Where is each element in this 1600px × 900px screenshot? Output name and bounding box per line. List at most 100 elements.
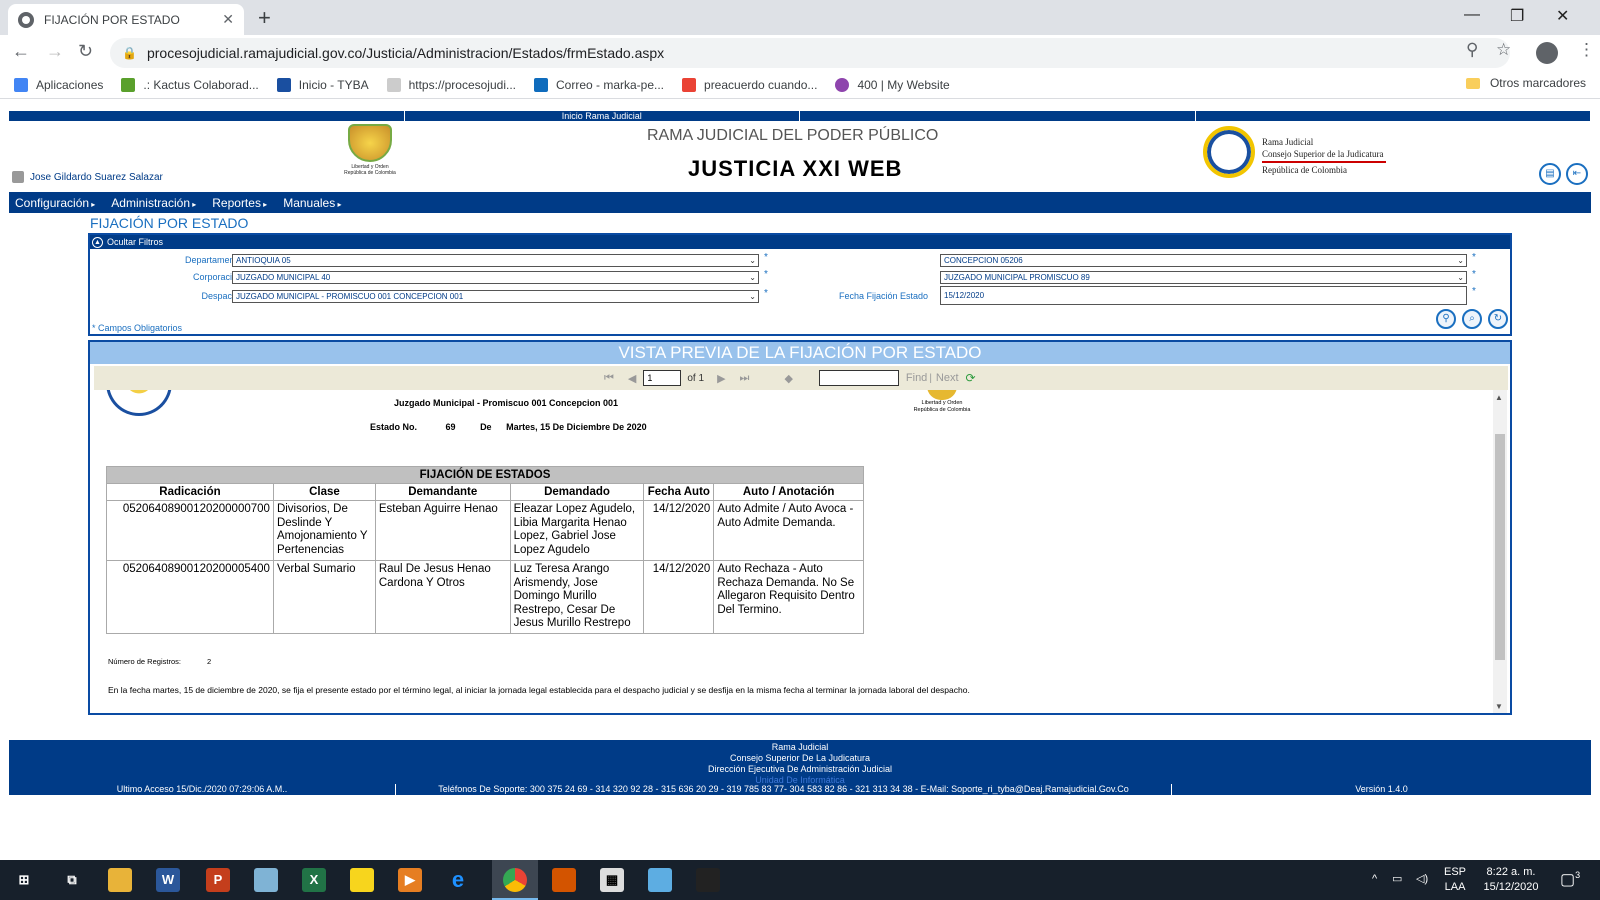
table-title: FIJACIÓN DE ESTADOS bbox=[106, 466, 864, 484]
bookmark-mywebsite[interactable]: 400 | My Website bbox=[835, 77, 950, 92]
clock[interactable]: 8:22 a. m. 15/12/2020 bbox=[1476, 865, 1546, 895]
notification-center-icon[interactable]: ▢3 bbox=[1560, 868, 1580, 888]
word-icon[interactable]: W bbox=[156, 868, 180, 892]
lock-icon: 🔒 bbox=[122, 46, 137, 60]
menu-administracion[interactable]: Administración bbox=[111, 196, 196, 210]
inicio-rama-judicial-link[interactable]: Inicio Rama Judicial bbox=[405, 111, 800, 121]
bookmark-outlook[interactable]: Correo - marka-pe... bbox=[533, 77, 664, 92]
app-icon[interactable] bbox=[648, 868, 672, 892]
volume-icon[interactable]: ◁) bbox=[1416, 872, 1428, 887]
required-mark: * bbox=[764, 252, 768, 263]
especialidad-select[interactable]: JUZGADO MUNICIPAL PROMISCUO 89 ⌄ bbox=[940, 271, 1467, 284]
chrome-icon[interactable] bbox=[503, 868, 527, 892]
menu-configuracion[interactable]: Configuración bbox=[15, 196, 95, 210]
excel-icon[interactable]: X bbox=[302, 868, 326, 892]
find-link[interactable]: Find bbox=[906, 372, 927, 384]
find-input[interactable] bbox=[818, 370, 899, 386]
window-close-icon[interactable]: ✕ bbox=[1556, 6, 1569, 26]
new-tab-icon[interactable]: + bbox=[258, 5, 271, 31]
maximize-icon[interactable]: ❐ bbox=[1510, 6, 1524, 26]
page-title: FIJACIÓN POR ESTADO bbox=[90, 215, 249, 231]
other-bookmarks[interactable]: Otros marcadores bbox=[1465, 76, 1586, 90]
last-page-icon[interactable]: ⏭ bbox=[740, 372, 750, 385]
terminal-icon[interactable] bbox=[696, 868, 720, 892]
notes-icon[interactable] bbox=[254, 868, 278, 892]
close-tab-icon[interactable]: ✕ bbox=[222, 11, 234, 28]
bookmark-google[interactable]: preacuerdo cuando... bbox=[682, 77, 817, 92]
browser-toolbar: ← → ↻ 🔒 procesojudicial.ramajudicial.gov… bbox=[0, 35, 1600, 71]
crest-caption: Libertad y Orden República de Colombia bbox=[913, 400, 971, 413]
top-strip-cell bbox=[9, 111, 405, 121]
pin-icon[interactable]: ⚲ bbox=[1436, 309, 1456, 329]
estado-label: Estado No. bbox=[370, 422, 418, 432]
chevron-down-icon: ⌄ bbox=[749, 256, 756, 265]
refresh-icon[interactable]: ↻ bbox=[1488, 309, 1508, 329]
windows-start-icon[interactable]: ⊞ bbox=[12, 868, 36, 892]
fecha-input[interactable]: 15/12/2020 bbox=[940, 286, 1467, 305]
zoom-icon[interactable]: ⚲ bbox=[1466, 40, 1478, 60]
lang-line1: ESP bbox=[1444, 866, 1467, 878]
refresh-report-icon[interactable]: ⟳ bbox=[966, 371, 976, 385]
required-mark: * bbox=[1472, 252, 1476, 263]
browser-tab[interactable]: FIJACIÓN POR ESTADO ✕ bbox=[8, 4, 244, 35]
powerpoint-icon[interactable]: P bbox=[206, 868, 230, 892]
language-indicator[interactable]: ESP LAA bbox=[1444, 865, 1466, 895]
scrollbar-thumb[interactable] bbox=[1495, 434, 1505, 660]
show-hidden-icons-icon[interactable]: ^ bbox=[1372, 872, 1377, 887]
minimize-icon[interactable]: — bbox=[1464, 6, 1480, 24]
next-page-icon[interactable]: ▶ bbox=[717, 372, 725, 385]
cell-demandado: Eleazar Lopez Agudelo, Libia Margarita H… bbox=[509, 500, 645, 561]
tab-title: FIJACIÓN POR ESTADO bbox=[44, 12, 180, 27]
back-icon[interactable]: ← bbox=[12, 41, 30, 62]
bookmarks-bar: Aplicaciones .: Kactus Colaborad... Inic… bbox=[0, 71, 1600, 99]
required-mark: * bbox=[764, 288, 768, 299]
table-row: 05206408900120200005400 Verbal Sumario R… bbox=[106, 560, 864, 634]
search-icon[interactable]: ⌕ bbox=[1462, 309, 1482, 329]
task-view-icon[interactable]: ⧉ bbox=[60, 868, 84, 892]
csj-line2: Consejo Superior de la Judicatura bbox=[1262, 149, 1384, 159]
first-page-icon[interactable]: ⏮ bbox=[604, 372, 614, 385]
outlook-icon bbox=[533, 77, 548, 92]
calculator-icon[interactable]: ▦ bbox=[600, 868, 624, 892]
menu-manuales[interactable]: Manuales bbox=[283, 196, 341, 210]
bookmark-apps[interactable]: Aplicaciones bbox=[14, 77, 103, 92]
bookmark-kactus[interactable]: .: Kactus Colaborad... bbox=[121, 77, 259, 92]
footer-status-bar: Ultimo Acceso 15/Dic./2020 07:29:06 A.M.… bbox=[9, 784, 1591, 795]
filters-header[interactable]: ▲ Ocultar Filtros bbox=[90, 235, 1510, 249]
cell-demandado: Luz Teresa Arango Arismendy, Jose Doming… bbox=[509, 560, 645, 634]
corporacion-select[interactable]: JUZGADO MUNICIPAL 40 ⌄ bbox=[232, 271, 759, 284]
network-icon[interactable]: ▭ bbox=[1392, 872, 1402, 887]
back-to-parent-icon[interactable]: ◆ bbox=[784, 372, 792, 385]
logout-icon[interactable]: ⇤ bbox=[1566, 163, 1588, 185]
paint-icon[interactable] bbox=[552, 868, 576, 892]
file-explorer-icon[interactable] bbox=[108, 868, 132, 892]
menu-kebab-icon[interactable]: ⋮ bbox=[1578, 40, 1595, 60]
manual-icon[interactable]: ▤ bbox=[1539, 163, 1561, 185]
internet-explorer-icon[interactable]: e bbox=[446, 868, 470, 892]
preview-title: VISTA PREVIA DE LA FIJACIÓN POR ESTADO bbox=[90, 342, 1510, 364]
top-strip: Inicio Rama Judicial bbox=[9, 111, 1591, 121]
report-viewer-toolbar: ⏮ ◀ of 1 ▶ ⏭ ◆ Find | Next ⟳ bbox=[94, 366, 1508, 390]
corporacion-label: Corporación bbox=[192, 272, 242, 282]
forward-icon[interactable]: → bbox=[46, 41, 64, 62]
bookmark-star-icon[interactable]: ☆ bbox=[1496, 40, 1511, 60]
departamento-select[interactable]: ANTIOQUIA 05 ⌄ bbox=[232, 254, 759, 267]
page-number-input[interactable] bbox=[643, 370, 682, 386]
colombia-seal-logo bbox=[106, 390, 172, 416]
media-player-icon[interactable]: ▶ bbox=[398, 868, 422, 892]
despacho-value: JUZGADO MUNICIPAL - PROMISCUO 001 CONCEP… bbox=[236, 292, 464, 301]
next-link[interactable]: Next bbox=[936, 372, 959, 384]
report-scrollbar[interactable]: ▲ ▼ bbox=[1493, 390, 1507, 713]
ciudad-select[interactable]: CONCEPCION 05206 ⌄ bbox=[940, 254, 1467, 267]
address-bar[interactable]: 🔒 procesojudicial.ramajudicial.gov.co/Ju… bbox=[110, 38, 1510, 68]
sticky-notes-icon[interactable] bbox=[350, 868, 374, 892]
bookmark-tyba[interactable]: Inicio - TYBA bbox=[276, 77, 369, 92]
profile-avatar[interactable] bbox=[1536, 42, 1558, 64]
reload-icon[interactable]: ↻ bbox=[78, 41, 93, 62]
scroll-up-icon[interactable]: ▲ bbox=[1495, 393, 1503, 402]
prev-page-icon[interactable]: ◀ bbox=[628, 372, 636, 385]
scroll-down-icon[interactable]: ▼ bbox=[1495, 702, 1503, 711]
menu-reportes[interactable]: Reportes bbox=[212, 196, 267, 210]
despacho-select[interactable]: JUZGADO MUNICIPAL - PROMISCUO 001 CONCEP… bbox=[232, 290, 759, 303]
bookmark-procesojudicial[interactable]: https://procesojudi... bbox=[386, 77, 516, 92]
